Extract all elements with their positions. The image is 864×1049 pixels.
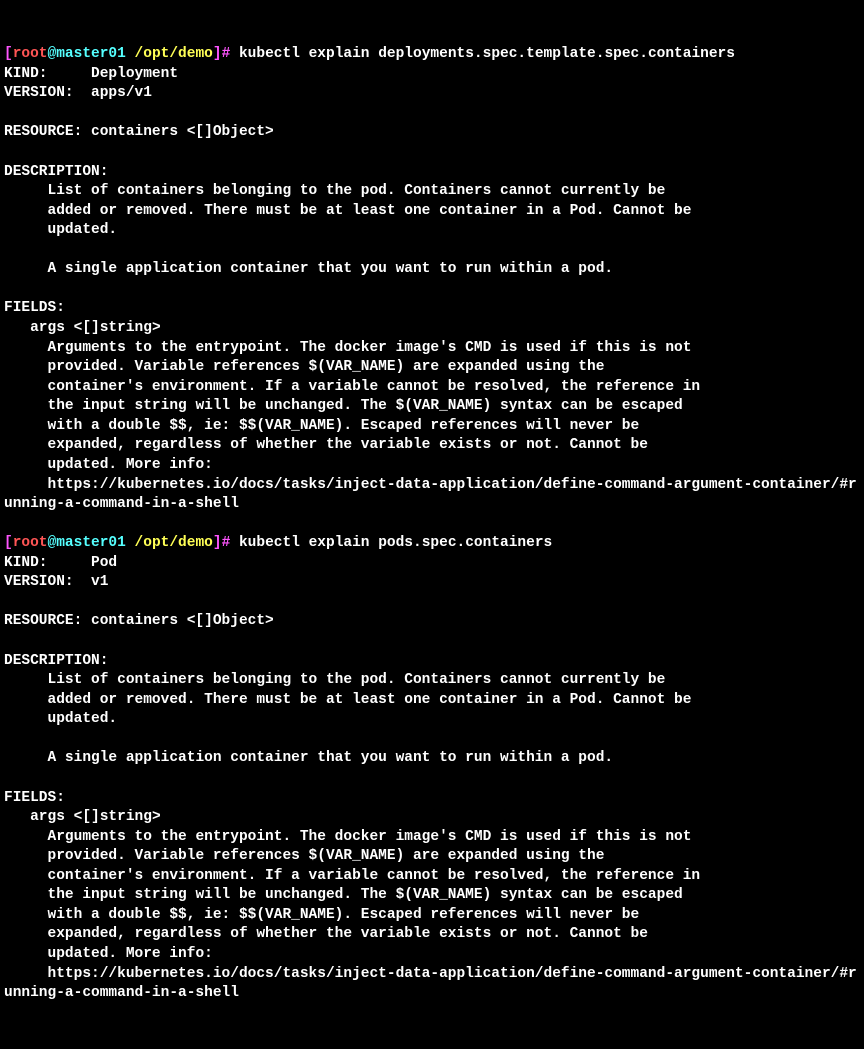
prompt-host: master01	[56, 535, 126, 551]
prompt-close-bracket: ]#	[213, 535, 230, 551]
prompt-at: @	[48, 46, 57, 62]
prompt-at: @	[48, 535, 57, 551]
command-output: KIND: Deployment VERSION: apps/v1 RESOUR…	[4, 66, 857, 512]
command-output: KIND: Pod VERSION: v1 RESOURCE: containe…	[4, 555, 857, 1001]
prompt-path: /opt/demo	[135, 535, 213, 551]
prompt-user: root	[13, 535, 48, 551]
command-input[interactable]: kubectl explain pods.spec.containers	[239, 535, 552, 551]
prompt-path: /opt/demo	[135, 46, 213, 62]
prompt-user: root	[13, 46, 48, 62]
prompt-open-bracket: [	[4, 535, 13, 551]
prompt-open-bracket: [	[4, 46, 13, 62]
prompt-host: master01	[56, 46, 126, 62]
prompt-close-bracket: ]#	[213, 46, 230, 62]
command-input[interactable]: kubectl explain deployments.spec.templat…	[239, 46, 735, 62]
